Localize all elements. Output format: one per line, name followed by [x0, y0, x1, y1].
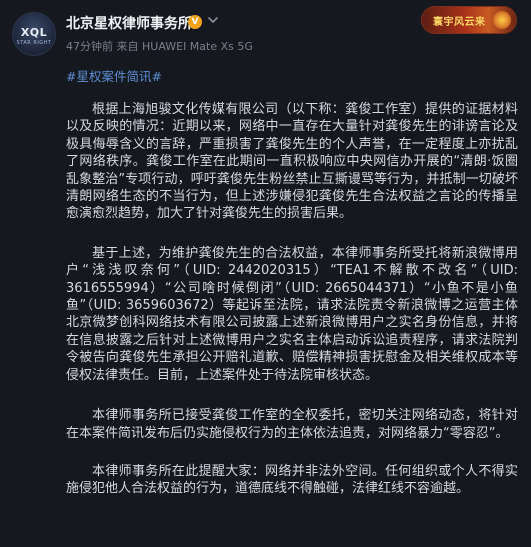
avatar[interactable]: XQL STAR RIGHT: [12, 12, 56, 56]
post-paragraph: 本律师事务所已接受龚俊工作室的全权委托，密切关注网络动态，将针对在本案件简讯发布…: [66, 408, 518, 441]
avatar-logo-subtext: STAR RIGHT: [16, 40, 52, 46]
post-body: 根据上海旭骏文化传媒有限公司（以下称：龚俊工作室）提供的证据材料以及反映的情况：…: [66, 101, 518, 520]
account-name[interactable]: 北京星权律师事务所: [66, 13, 192, 33]
verified-badge-icon: V: [188, 15, 202, 29]
hashtag-link[interactable]: #星权案件简讯#: [66, 66, 162, 85]
post-meta: 47分钟前 来自 HUAWEI Mate Xs 5G: [66, 40, 253, 53]
avatar-logo-text: XQL: [20, 26, 48, 39]
decorative-sticker: 寰宇风云来: [421, 6, 517, 34]
post-paragraph: 本律师事务所在此提醒大家：网络并非法外空间。任何组织或个人不得实施侵犯他人合法权…: [66, 463, 518, 497]
chevron-down-icon[interactable]: [206, 12, 220, 28]
sticker-ornament-icon: [493, 11, 511, 29]
post-paragraph: 基于上述，为维护龚俊先生的合法权益，本律师事务所受托将新浪微博用户“浅浅叹奈何”…: [66, 245, 518, 383]
post-header: XQL STAR RIGHT 北京星权律师事务所 V 47分钟前 来自 HUAW…: [0, 0, 531, 100]
post-paragraph: 根据上海旭骏文化传媒有限公司（以下称：龚俊工作室）提供的证据材料以及反映的情况：…: [66, 102, 518, 222]
sticker-text: 寰宇风云来: [433, 17, 486, 28]
